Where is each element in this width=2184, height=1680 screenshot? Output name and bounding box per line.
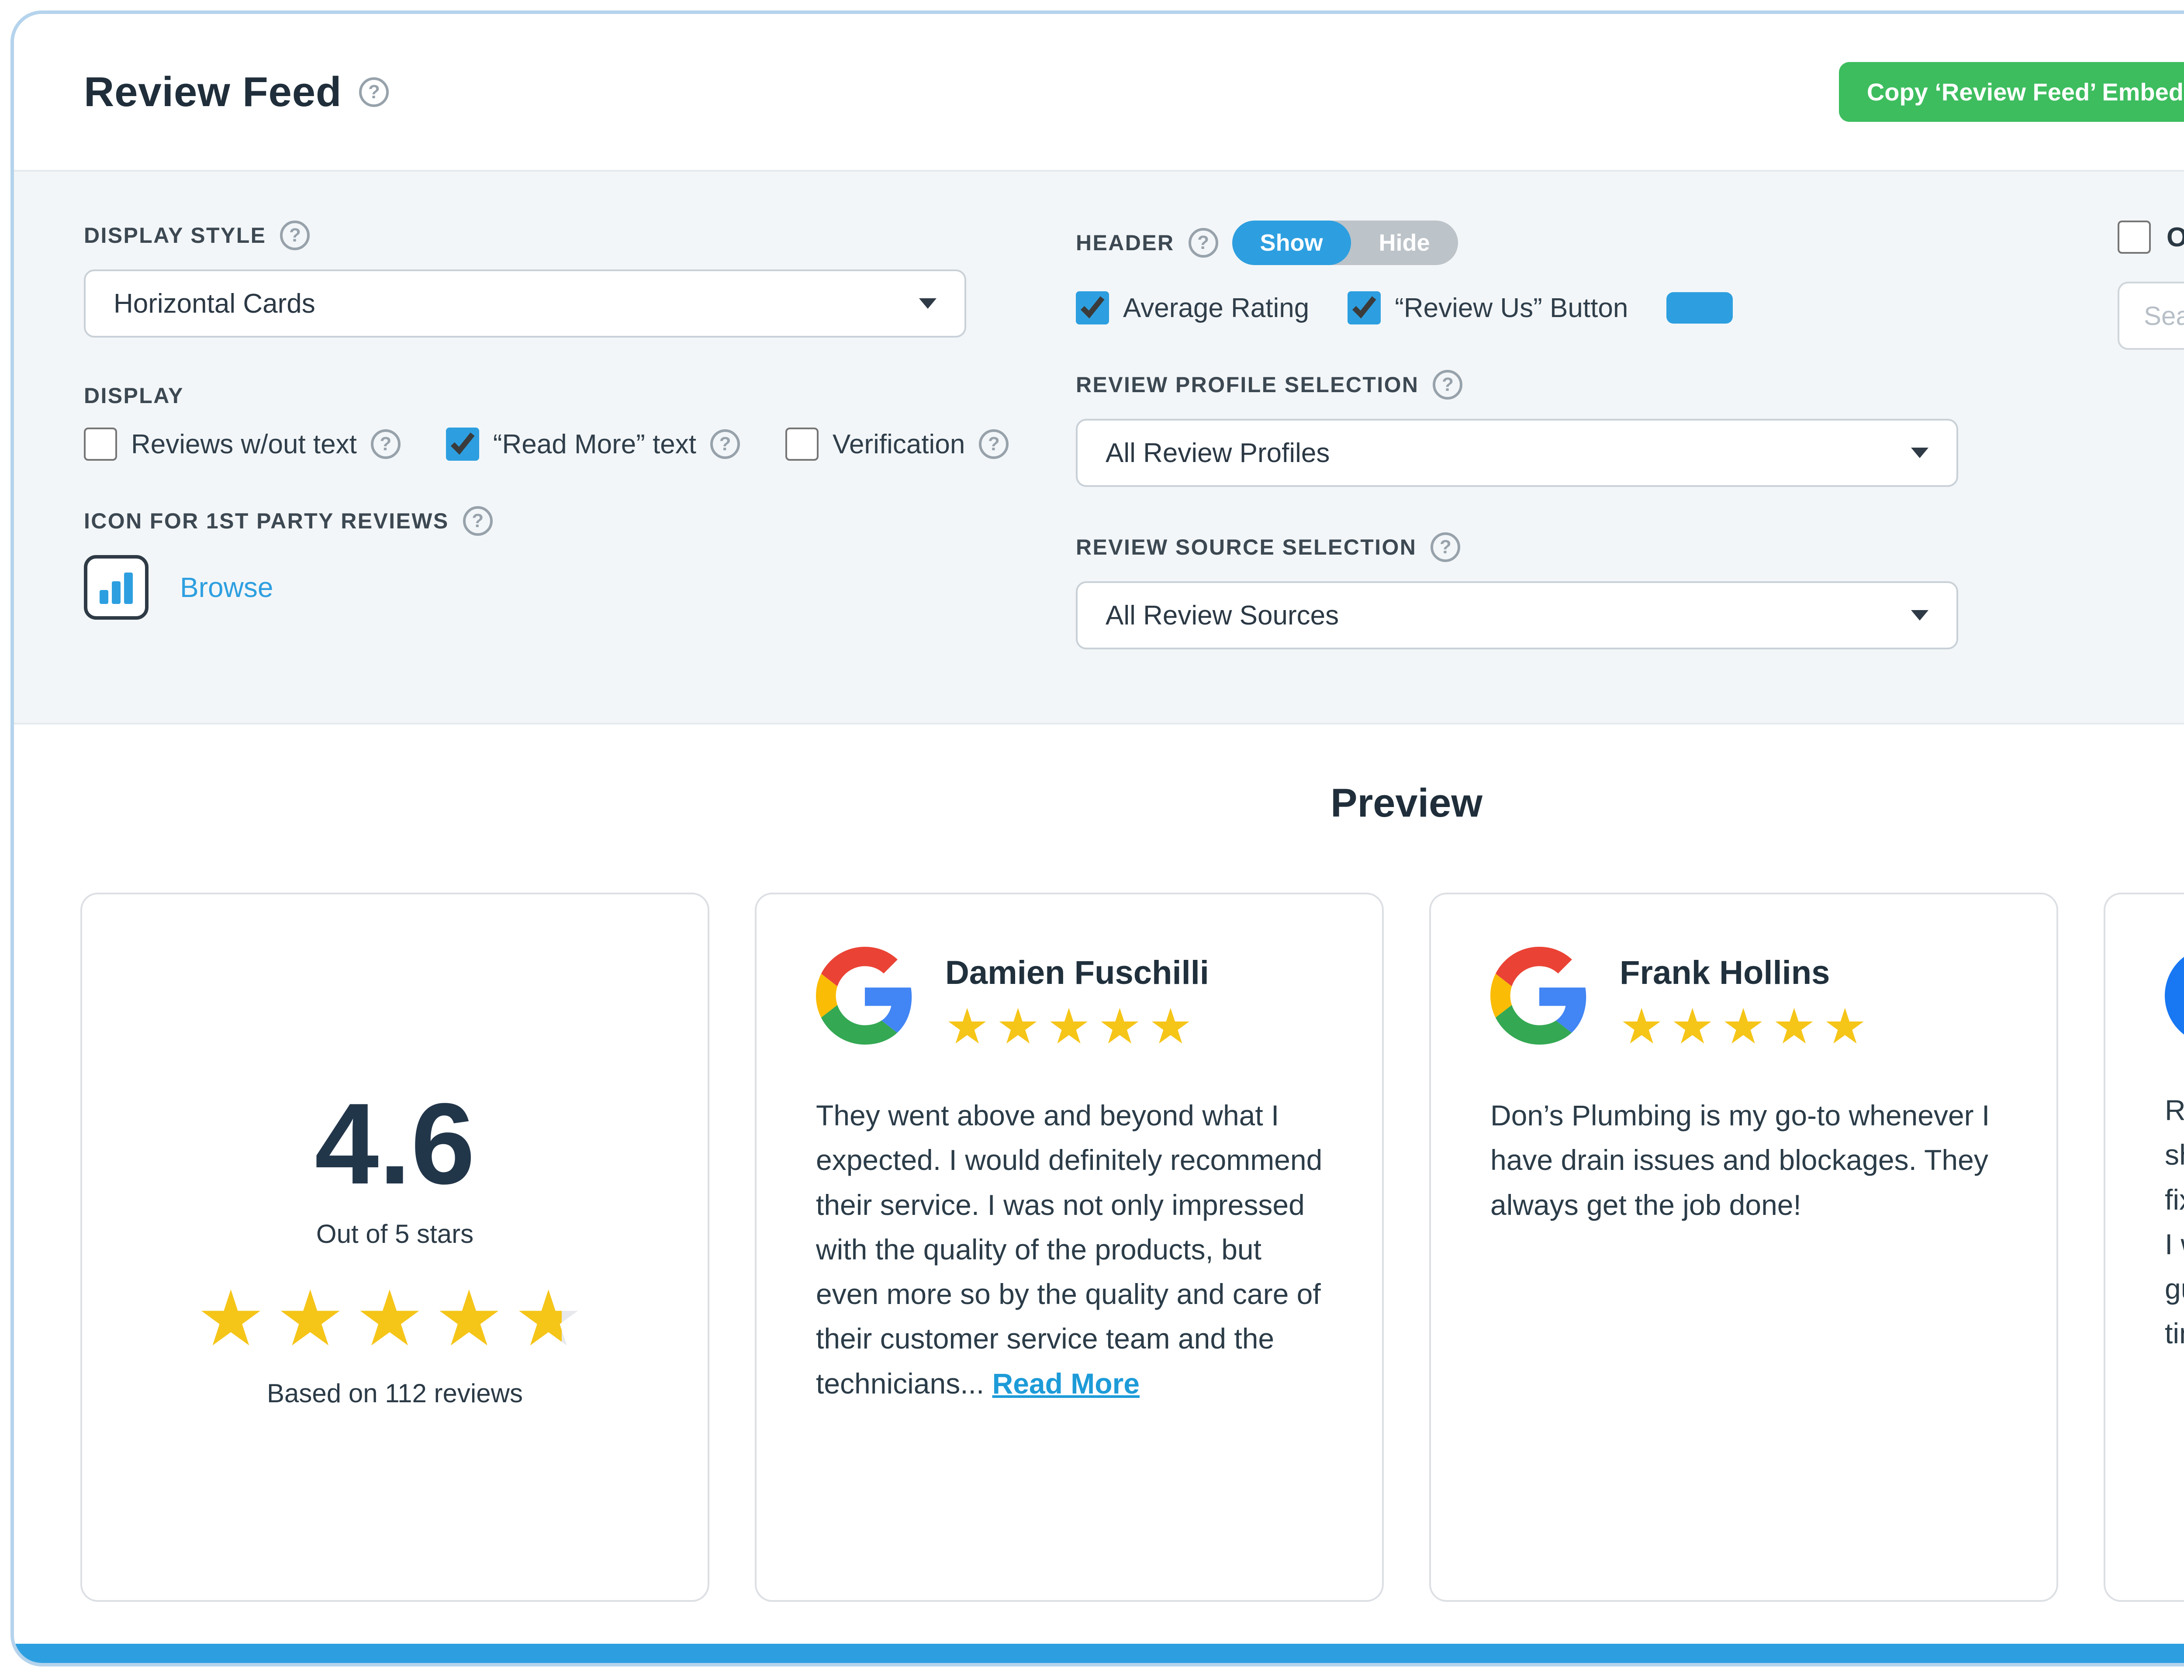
help-icon[interactable] [710,429,740,459]
first-party-icon-label: ICON FOR 1ST PARTY REVIEWS [84,508,449,534]
review-source-select[interactable]: All Review Sources [1076,581,1958,649]
settings-left-column: DISPLAY STYLE Horizontal Cards DISPLAY R… [84,221,1076,649]
chevron-down-icon [1911,448,1928,458]
review-cards: 4.6 Out of 5 stars ★★★★★ ★★★★★ Based on … [80,893,2184,1602]
help-icon[interactable] [280,221,310,250]
review-feed-widget: Review Feed Copy ‘Review Feed’ Embed Cod… [10,10,2184,1666]
help-icon[interactable] [371,429,401,459]
help-icon[interactable] [1433,370,1462,400]
chevron-down-icon [1911,610,1928,621]
help-icon[interactable] [463,506,493,536]
review-us-button-label[interactable]: “Review Us” Button [1395,293,1628,324]
verification-label[interactable]: Verification [833,429,965,460]
review-profile-value: All Review Profiles [1106,438,1330,469]
stars-fill: ★★★★★ [197,1280,562,1357]
read-more-link[interactable]: Read More [992,1367,1140,1400]
help-icon[interactable] [979,429,1009,459]
settings-right-column: Only show reviews with these tags: [2118,221,2184,649]
review-us-color-swatch[interactable] [1666,292,1733,324]
header-label: HEADER [1076,230,1175,255]
review-source-selection-label: REVIEW SOURCE SELECTION [1076,535,1417,560]
rating-summary-card: 4.6 Out of 5 stars ★★★★★ ★★★★★ Based on … [80,893,709,1602]
copy-embed-code-button[interactable]: Copy ‘Review Feed’ Embed Code [1839,62,2184,122]
verification-checkbox[interactable] [785,428,819,461]
display-style-label: DISPLAY STYLE [84,223,266,248]
reviewer-name: Damien Fuschilli [945,954,1209,992]
review-stars: ★★★★★ [1620,1002,1874,1051]
settings-middle-column: HEADER Show Hide Average Rating “Review … [1076,221,2028,649]
reviews-without-text-label[interactable]: Reviews w/out text [131,429,357,460]
review-us-button-checkbox[interactable] [1348,291,1381,324]
review-text-body: They went above and beyond what I expect… [816,1099,1322,1400]
display-style-select[interactable]: Horizontal Cards [84,269,966,338]
reviewer-name: Frank Hollins [1620,954,1874,992]
display-style-value: Horizontal Cards [114,288,315,319]
help-icon[interactable] [1189,228,1218,258]
help-icon[interactable] [359,77,389,107]
read-more-text-checkbox[interactable] [446,428,479,461]
review-stars: ★★★★★ [945,1002,1209,1051]
average-score: 4.6 [315,1086,475,1201]
google-logo-icon [816,947,914,1045]
help-icon[interactable] [1431,532,1460,562]
google-logo-icon [1490,947,1588,1045]
review-text: Really good. I liked the tech. He showed… [2165,1088,2184,1356]
review-card: Frank Hollins ★★★★★ Don’s Plumbing is my… [1429,893,2058,1602]
bar-chart-icon[interactable] [84,555,149,620]
review-card: Shar Simpkins RECOMMENDED Really good. I… [2104,893,2184,1602]
page-title: Review Feed [84,68,342,116]
tags-search-input[interactable] [2118,282,2184,350]
preview-title: Preview [80,780,2184,826]
settings-panel: DISPLAY STYLE Horizontal Cards DISPLAY R… [14,170,2184,724]
header-toggle: Show Hide [1232,221,1458,265]
read-more-text-label[interactable]: “Read More” text [493,429,696,460]
average-rating-label[interactable]: Average Rating [1123,293,1309,324]
facebook-logo-icon [2165,947,2184,1045]
review-profile-select[interactable]: All Review Profiles [1076,419,1958,487]
review-source-value: All Review Sources [1106,600,1339,631]
browse-link[interactable]: Browse [180,571,273,604]
preview-section: Preview 4.6 Out of 5 stars ★★★★★ ★★★★★ B… [14,724,2184,1644]
tags-filter-checkbox[interactable] [2118,221,2151,254]
chevron-down-icon [919,298,936,309]
review-card: Damien Fuschilli ★★★★★ They went above a… [755,893,1384,1602]
reviews-without-text-checkbox[interactable] [84,428,117,461]
score-subtitle: Out of 5 stars [316,1219,473,1249]
tags-filter-label[interactable]: Only show reviews with these tags: [2167,222,2184,253]
topbar: Review Feed Copy ‘Review Feed’ Embed Cod… [14,14,2184,170]
review-profile-selection-label: REVIEW PROFILE SELECTION [1076,372,1419,397]
bottom-accent-bar [14,1644,2184,1663]
display-label: DISPLAY [84,383,184,408]
review-text: They went above and beyond what I expect… [816,1093,1323,1406]
review-count: Based on 112 reviews [267,1378,523,1408]
header-show-option[interactable]: Show [1232,221,1351,265]
header-hide-option[interactable]: Hide [1351,221,1458,265]
review-text: Don’s Plumbing is my go-to whenever I ha… [1490,1093,1997,1227]
average-rating-checkbox[interactable] [1076,291,1109,324]
summary-stars: ★★★★★ ★★★★★ [197,1280,594,1357]
